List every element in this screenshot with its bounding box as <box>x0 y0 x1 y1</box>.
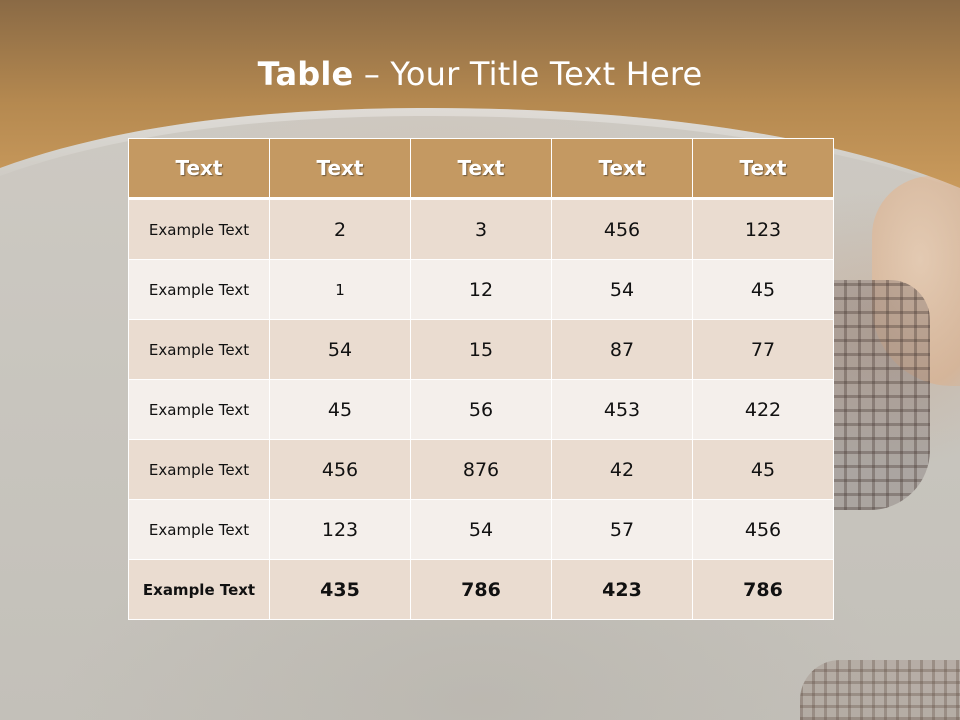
table-row: Example Text 1 12 54 45 <box>128 259 834 320</box>
table-header-cell: Text <box>551 138 693 200</box>
table-cell: 422 <box>692 379 834 440</box>
table-cell: 54 <box>410 499 552 560</box>
table-header-cell: Text <box>410 138 552 200</box>
table-cell: 786 <box>410 559 552 620</box>
row-label: Example Text <box>128 259 270 320</box>
table-cell: 87 <box>551 319 693 380</box>
table-cell: 2 <box>269 198 411 260</box>
row-label: Example Text <box>128 319 270 380</box>
row-label: Example Text <box>128 439 270 500</box>
data-table: Text Text Text Text Text Example Text 2 … <box>128 138 834 620</box>
table-cell: 12 <box>410 259 552 320</box>
table-cell: 456 <box>692 499 834 560</box>
row-label: Example Text <box>128 559 270 620</box>
table-header-cell: Text <box>128 138 270 200</box>
table-cell: 3 <box>410 198 552 260</box>
row-label: Example Text <box>128 379 270 440</box>
table-cell: 77 <box>692 319 834 380</box>
slide-title-bold: Table <box>257 55 354 93</box>
table-cell: 786 <box>692 559 834 620</box>
table-row: Example Text 54 15 87 77 <box>128 319 834 380</box>
table-cell: 876 <box>410 439 552 500</box>
table-cell: 45 <box>692 439 834 500</box>
table-cell: 456 <box>269 439 411 500</box>
table-header-cell: Text <box>269 138 411 200</box>
table-cell: 15 <box>410 319 552 380</box>
table-row: Example Text 123 54 57 456 <box>128 499 834 560</box>
table-cell: 56 <box>410 379 552 440</box>
table-cell: 453 <box>551 379 693 440</box>
table-cell: 45 <box>269 379 411 440</box>
table-cell: 54 <box>269 319 411 380</box>
row-label: Example Text <box>128 198 270 260</box>
table-cell: 423 <box>551 559 693 620</box>
slide-title-rest: – Your Title Text Here <box>353 55 703 93</box>
table-cell: 54 <box>551 259 693 320</box>
table-cell: 456 <box>551 198 693 260</box>
table-row: Example Text 456 876 42 45 <box>128 439 834 500</box>
background-plaid-shape <box>830 280 930 510</box>
table-header-row: Text Text Text Text Text <box>128 138 834 200</box>
row-label: Example Text <box>128 499 270 560</box>
table-cell: 57 <box>551 499 693 560</box>
table-cell: 45 <box>692 259 834 320</box>
background-plaid-bottom <box>800 660 960 720</box>
table-total-row: Example Text 435 786 423 786 <box>128 559 834 620</box>
table-cell: 42 <box>551 439 693 500</box>
data-table-container: Text Text Text Text Text Example Text 2 … <box>128 138 834 620</box>
table-row: Example Text 45 56 453 422 <box>128 379 834 440</box>
table-cell: 435 <box>269 559 411 620</box>
table-cell: 1 <box>269 259 411 320</box>
table-header-cell: Text <box>692 138 834 200</box>
table-row: Example Text 2 3 456 123 <box>128 198 834 260</box>
slide-title: Table – Your Title Text Here <box>0 52 960 96</box>
table-cell: 123 <box>269 499 411 560</box>
table-cell: 123 <box>692 198 834 260</box>
